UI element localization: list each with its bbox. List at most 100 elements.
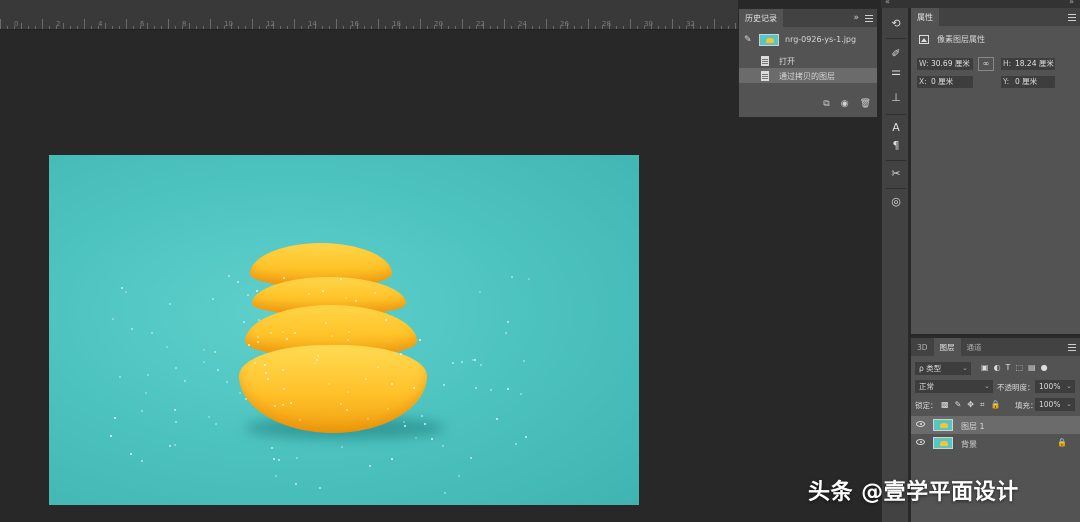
- sugar-grain: [263, 363, 266, 366]
- opacity-field[interactable]: 100% ⌄: [1035, 380, 1075, 393]
- lock-transparent-icon[interactable]: ▩: [941, 400, 949, 410]
- filter-shape-icon[interactable]: ⬚: [1015, 363, 1023, 372]
- ruler-number: 28: [602, 20, 611, 28]
- lock-image-icon[interactable]: ✎: [955, 400, 962, 410]
- layer-name[interactable]: 图层 1: [961, 421, 985, 432]
- ruler-tick: [0, 19, 1, 29]
- ruler-number: 2: [56, 20, 61, 28]
- sugar-grain: [507, 387, 510, 390]
- sugar-grain: [315, 358, 318, 361]
- horizontal-ruler[interactable]: 0 2 4 6 8 10 12 14 16 18 20 22 24 26 28 30 32: [0, 0, 738, 30]
- lock-all-icon[interactable]: 🔒: [990, 400, 1000, 410]
- tab-properties[interactable]: 属性: [911, 8, 939, 26]
- ruler-tick: [210, 19, 211, 29]
- new-document-from-state-icon[interactable]: ⧉: [823, 99, 829, 109]
- ruler-tick: [168, 19, 169, 29]
- lock-icon[interactable]: 🔒: [1057, 438, 1067, 447]
- sugar-grain: [281, 369, 284, 372]
- filter-toggle-icon[interactable]: ●: [1041, 363, 1048, 372]
- y-field[interactable]: Y: 0 厘米: [1001, 76, 1055, 88]
- ruler-tick: [175, 26, 176, 29]
- ruler-tick: [630, 19, 631, 29]
- layer-name[interactable]: 背景: [961, 439, 977, 450]
- panel-menu-icon[interactable]: [1068, 344, 1076, 351]
- tab-channels[interactable]: 通道: [961, 338, 988, 356]
- sugar-grain: [347, 338, 350, 341]
- 3d-icon[interactable]: ◎: [888, 194, 904, 210]
- ruler-tick: [21, 23, 22, 29]
- link-dimensions-icon[interactable]: ∞: [978, 57, 994, 71]
- history-item[interactable]: 打开: [739, 53, 877, 68]
- sugar-grain: [256, 340, 259, 343]
- ruler-number: 4: [98, 20, 103, 28]
- chevron-down-icon: ⌄: [984, 382, 990, 390]
- fill-field[interactable]: 100% ⌄: [1035, 398, 1075, 411]
- history-item[interactable]: 通过拷贝的图层: [739, 68, 877, 83]
- ruler-number: 24: [518, 20, 527, 28]
- paragraph-icon[interactable]: ¶: [888, 138, 904, 154]
- layer-filter-dropdown[interactable]: ρ 类型 ⌄: [915, 362, 971, 375]
- collapse-arrows-icon[interactable]: «: [885, 0, 890, 6]
- lock-position-icon[interactable]: ✥: [967, 400, 974, 410]
- ruler-tick: [497, 26, 498, 29]
- blend-mode-value: 正常: [919, 382, 934, 391]
- brush-settings-icon[interactable]: ✐: [888, 46, 904, 62]
- ruler-tick: [329, 26, 330, 29]
- ruler-tick: [623, 26, 624, 29]
- ruler-tick: [406, 26, 407, 29]
- filter-pixel-icon[interactable]: ▣: [981, 363, 989, 372]
- clone-source-icon[interactable]: ⊥: [888, 90, 904, 106]
- ruler-number: 22: [476, 20, 485, 28]
- sugar-grain: [202, 349, 205, 352]
- blend-opacity-row: 正常 ⌄ 不透明度： 100% ⌄: [911, 378, 1080, 396]
- x-value: 0 厘米: [931, 77, 954, 86]
- adjustments-icon[interactable]: ⚌: [888, 64, 904, 80]
- height-field[interactable]: H: 18.24 厘米: [1001, 58, 1055, 70]
- sugar-grain: [414, 436, 417, 439]
- eye-icon[interactable]: [916, 421, 925, 427]
- layer-row[interactable]: 背景 🔒: [911, 434, 1080, 452]
- expand-icon[interactable]: »: [853, 12, 859, 24]
- sugar-grain: [271, 447, 274, 450]
- sugar-grain: [369, 465, 372, 468]
- snapshot-thumbnail: [759, 34, 779, 46]
- filter-smart-object-icon[interactable]: ▤: [1028, 363, 1036, 372]
- sugar-grain: [507, 320, 510, 323]
- trash-icon[interactable]: 🗑: [860, 99, 871, 109]
- document-icon: [761, 71, 769, 81]
- character-icon[interactable]: A: [888, 120, 904, 136]
- filter-type-icon[interactable]: T: [1006, 363, 1011, 372]
- panel-menu-icon[interactable]: [1068, 14, 1076, 21]
- tab-history[interactable]: 历史记录: [739, 9, 783, 27]
- ruler-tick: [735, 23, 736, 29]
- width-field[interactable]: W: 30.69 厘米: [917, 58, 973, 70]
- ruler-number: 18: [392, 20, 401, 28]
- ruler-tick: [490, 26, 491, 29]
- sugar-grain: [146, 373, 149, 376]
- panel-menu-icon[interactable]: [865, 15, 873, 22]
- history-icon[interactable]: ⟲: [888, 16, 904, 32]
- history-footer: ⧉ ◉ 🗑: [823, 99, 871, 109]
- history-item-label: 通过拷贝的图层: [779, 72, 835, 81]
- lock-artboard-icon[interactable]: ⌗: [980, 400, 985, 410]
- sugar-grain: [228, 275, 231, 277]
- camera-icon[interactable]: ◉: [841, 99, 849, 109]
- properties-panel-header: 属性: [911, 8, 1080, 26]
- tab-layers[interactable]: 图层: [933, 338, 961, 356]
- layer-row[interactable]: 图层 1: [911, 416, 1080, 434]
- x-field[interactable]: X: 0 厘米: [917, 76, 973, 88]
- canvas-image[interactable]: [49, 155, 639, 505]
- blend-mode-dropdown[interactable]: 正常 ⌄: [915, 380, 993, 393]
- sugar-grain: [110, 434, 113, 437]
- history-snapshot[interactable]: ✎ nrg-0926-ys-1.jpg: [739, 31, 877, 49]
- tools-icon[interactable]: ✂: [888, 166, 904, 182]
- opacity-value: 100%: [1039, 382, 1061, 391]
- collapse-arrows-icon[interactable]: »: [1069, 0, 1074, 6]
- history-brush-source-icon[interactable]: ✎: [744, 35, 752, 45]
- filter-adjustment-icon[interactable]: ◐: [994, 363, 1001, 372]
- ruler-tick: [588, 19, 589, 29]
- sugar-grain: [318, 487, 321, 490]
- ruler-tick: [539, 26, 540, 29]
- tab-3d[interactable]: 3D: [911, 338, 934, 356]
- eye-icon[interactable]: [916, 439, 925, 445]
